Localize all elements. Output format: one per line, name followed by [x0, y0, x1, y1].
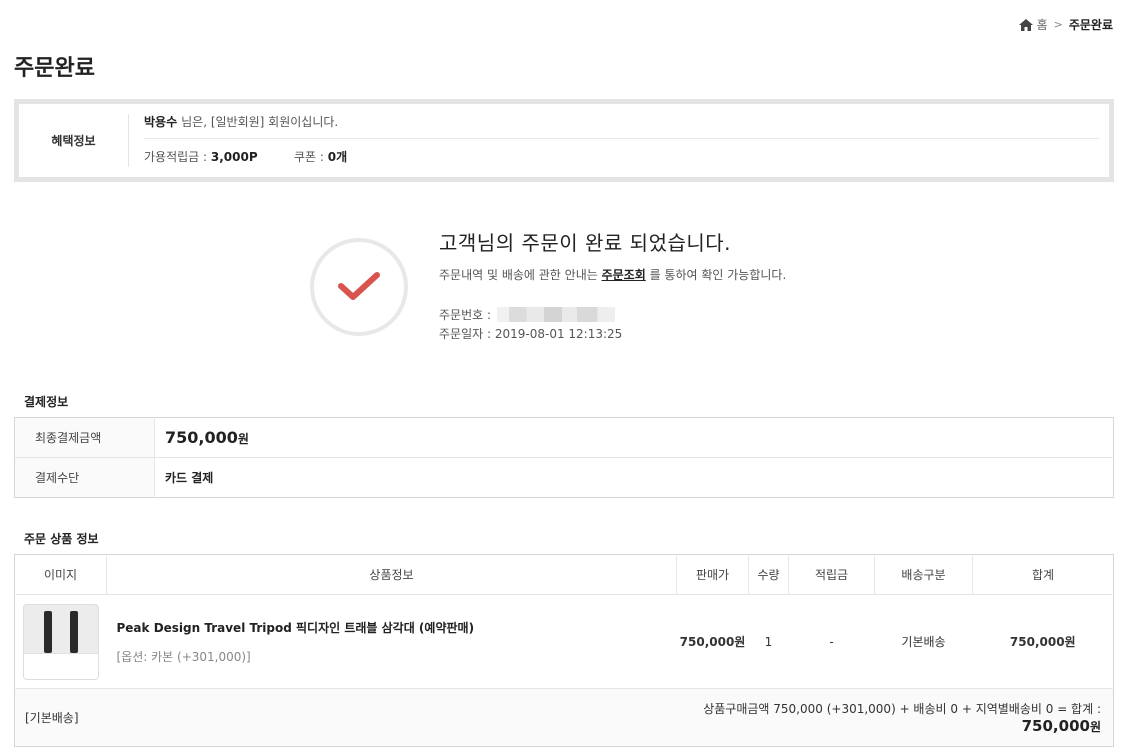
payment-method-value: 카드 결제 — [165, 471, 214, 485]
order-complete-check-icon — [310, 238, 408, 336]
available-points: 가용적립금 : 3,000P — [144, 150, 258, 164]
user-name: 박용수 — [144, 114, 178, 129]
chevron-right-icon: > — [1053, 18, 1063, 31]
checkmark-icon — [338, 272, 380, 300]
breadcrumb-home[interactable]: 홈 — [1037, 16, 1048, 33]
breadcrumb: 홈 > 주문완료 — [1018, 16, 1113, 33]
benefit-info-box: 혜택정보 박용수 님은, [일반회원] 회원이십니다. 가용적립금 : 3,00… — [14, 99, 1114, 182]
order-summary: 상품구매금액 750,000 (+301,000) + 배송비 0 + 지역별배… — [676, 688, 1114, 747]
product-info-cell: Peak Design Travel Tripod 픽디자인 트래블 삼각대 (… — [106, 594, 677, 689]
breadcrumb-current: 주문완료 — [1068, 18, 1113, 32]
col-shipping: 배송구분 — [874, 554, 973, 595]
table-row: 최종결제금액 750,000원 — [14, 417, 1114, 458]
payment-method-label: 결제수단 — [14, 457, 155, 498]
tripod-image — [43, 610, 78, 653]
points-coupon-line: 가용적립금 : 3,000P 쿠폰 : 0개 — [144, 139, 1109, 174]
order-products-table: 이미지 상품정보 판매가 수량 적립금 배송구분 합계 Peak Design … — [14, 554, 1114, 747]
col-image: 이미지 — [14, 554, 107, 595]
home-icon[interactable] — [1018, 18, 1033, 31]
col-qty: 수량 — [748, 554, 789, 595]
table-header-row: 이미지 상품정보 판매가 수량 적립금 배송구분 합계 — [14, 554, 1114, 595]
order-complete-heading: 고객님의 주문이 완료 되었습니다. — [439, 231, 732, 255]
order-complete-description: 주문내역 및 배송에 관한 안내는 주문조회 를 통하여 확인 가능합니다. — [439, 268, 787, 282]
member-grade-text: 님은, [일반회원] 회원이십니다. — [181, 114, 339, 129]
table-row: 결제수단 카드 결제 — [14, 457, 1114, 498]
final-amount-value: 750,000원 — [154, 417, 1114, 458]
member-grade-line: 박용수 님은, [일반회원] 회원이십니다. — [144, 104, 1099, 139]
col-total: 합계 — [972, 554, 1114, 595]
grand-total: 750,000원 — [1021, 717, 1101, 735]
col-points: 적립금 — [788, 554, 875, 595]
payment-info-table: 최종결제금액 750,000원 결제수단 카드 결제 — [14, 417, 1114, 498]
page-title: 주문완료 — [14, 56, 95, 81]
final-amount-label: 최종결제금액 — [14, 417, 155, 458]
col-product-info: 상품정보 — [106, 554, 677, 595]
order-summary-text: 상품구매금액 750,000 (+301,000) + 배송비 0 + 지역별배… — [703, 702, 1101, 716]
product-points: - — [788, 594, 875, 689]
table-row: Peak Design Travel Tripod 픽디자인 트래블 삼각대 (… — [14, 594, 1114, 689]
product-image-caption — [23, 652, 98, 679]
benefit-content: 박용수 님은, [일반회원] 회원이십니다. 가용적립금 : 3,000P 쿠폰… — [129, 104, 1109, 177]
product-name[interactable]: Peak Design Travel Tripod 픽디자인 트래블 삼각대 (… — [117, 619, 677, 636]
product-qty: 1 — [748, 594, 789, 689]
order-lookup-link[interactable]: 주문조회 — [602, 268, 646, 282]
payment-section-title: 결제정보 — [24, 395, 69, 409]
order-number: 주문번호 : — [439, 306, 616, 323]
products-section-title: 주문 상품 정보 — [24, 532, 99, 546]
table-row: [기본배송] 상품구매금액 750,000 (+301,000) + 배송비 0… — [14, 688, 1114, 747]
shipping-group-label: [기본배송] — [14, 688, 677, 747]
product-image-cell — [14, 594, 107, 689]
product-total: 750,000원 — [972, 594, 1114, 689]
benefit-label: 혜택정보 — [19, 114, 129, 167]
product-price: 750,000원 — [676, 594, 749, 689]
product-option: [옵션: 카본 (+301,000)] — [116, 649, 251, 664]
col-price: 판매가 — [676, 554, 749, 595]
product-thumbnail[interactable] — [22, 603, 99, 680]
order-date: 주문일자 : 2019-08-01 12:13:25 — [439, 327, 623, 341]
coupon-count: 쿠폰 : 0개 — [294, 150, 348, 164]
product-shipping-type: 기본배송 — [874, 594, 973, 689]
order-number-redacted — [497, 307, 616, 322]
